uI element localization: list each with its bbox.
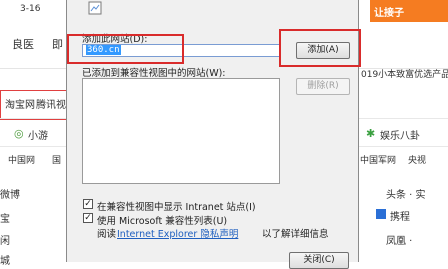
- left-col-2[interactable]: 闲: [0, 232, 10, 247]
- compat-view-dialog: 添加此网站(D): 360.cn 添加(A) 已添加到兼容性视图中的网站(W):…: [66, 0, 361, 269]
- ms-list-option-label[interactable]: 使用 Microsoft 兼容性列表(U): [97, 213, 227, 227]
- privacy-link[interactable]: Internet Explorer 隐私声明: [117, 226, 238, 240]
- site-link-1[interactable]: 国: [52, 153, 61, 166]
- background-date: 3-16: [20, 4, 41, 14]
- page-icon: [88, 1, 102, 15]
- list-label: 已添加到兼容性视图中的网站(W):: [82, 68, 226, 79]
- weather-left[interactable]: 小游: [28, 127, 48, 142]
- left-col-0[interactable]: 微博: [0, 186, 20, 201]
- entertainment-icon: ✱: [366, 127, 376, 140]
- shortcut-item-0[interactable]: 淘宝网: [5, 96, 35, 111]
- right-col-0[interactable]: 头条 · 实: [386, 186, 426, 201]
- dialog-title-area: [67, 0, 358, 18]
- compat-sites-list[interactable]: [82, 78, 280, 184]
- close-button[interactable]: 关闭(C): [289, 252, 349, 269]
- remove-button[interactable]: 删除(R): [296, 78, 350, 95]
- ctrip-icon: [376, 209, 386, 219]
- ad-badge[interactable]: 让接子: [370, 0, 448, 22]
- left-col-1[interactable]: 宝: [0, 210, 10, 225]
- nav-item-1[interactable]: 即: [52, 36, 63, 52]
- ad-text[interactable]: 019小本致富优选产品: [361, 67, 448, 80]
- nav-item-0[interactable]: 良医: [12, 36, 34, 52]
- weather-right[interactable]: 娱乐八卦: [380, 127, 420, 142]
- add-button-highlight-outline: [279, 29, 361, 67]
- read-suffix: 以了解详细信息: [262, 229, 329, 240]
- shortcut-item-1[interactable]: 腾讯视: [36, 96, 66, 111]
- right-col-1[interactable]: 携程: [390, 208, 410, 223]
- read-prefix: 阅读: [97, 229, 117, 240]
- left-col-3[interactable]: 城: [0, 252, 10, 267]
- right-col-2[interactable]: 凤凰 ·: [386, 232, 412, 247]
- site-link-0[interactable]: 中国网: [8, 153, 35, 166]
- weather-icon: ◎: [14, 127, 24, 140]
- intranet-checkbox[interactable]: ✓: [83, 199, 93, 209]
- site-link-2[interactable]: 中国军网: [360, 153, 396, 166]
- ms-list-checkbox[interactable]: ✓: [83, 213, 93, 223]
- intranet-option-label[interactable]: 在兼容性视图中显示 Intranet 站点(I): [97, 199, 256, 213]
- input-highlight-outline: [67, 34, 184, 64]
- site-link-3[interactable]: 央视: [408, 153, 426, 166]
